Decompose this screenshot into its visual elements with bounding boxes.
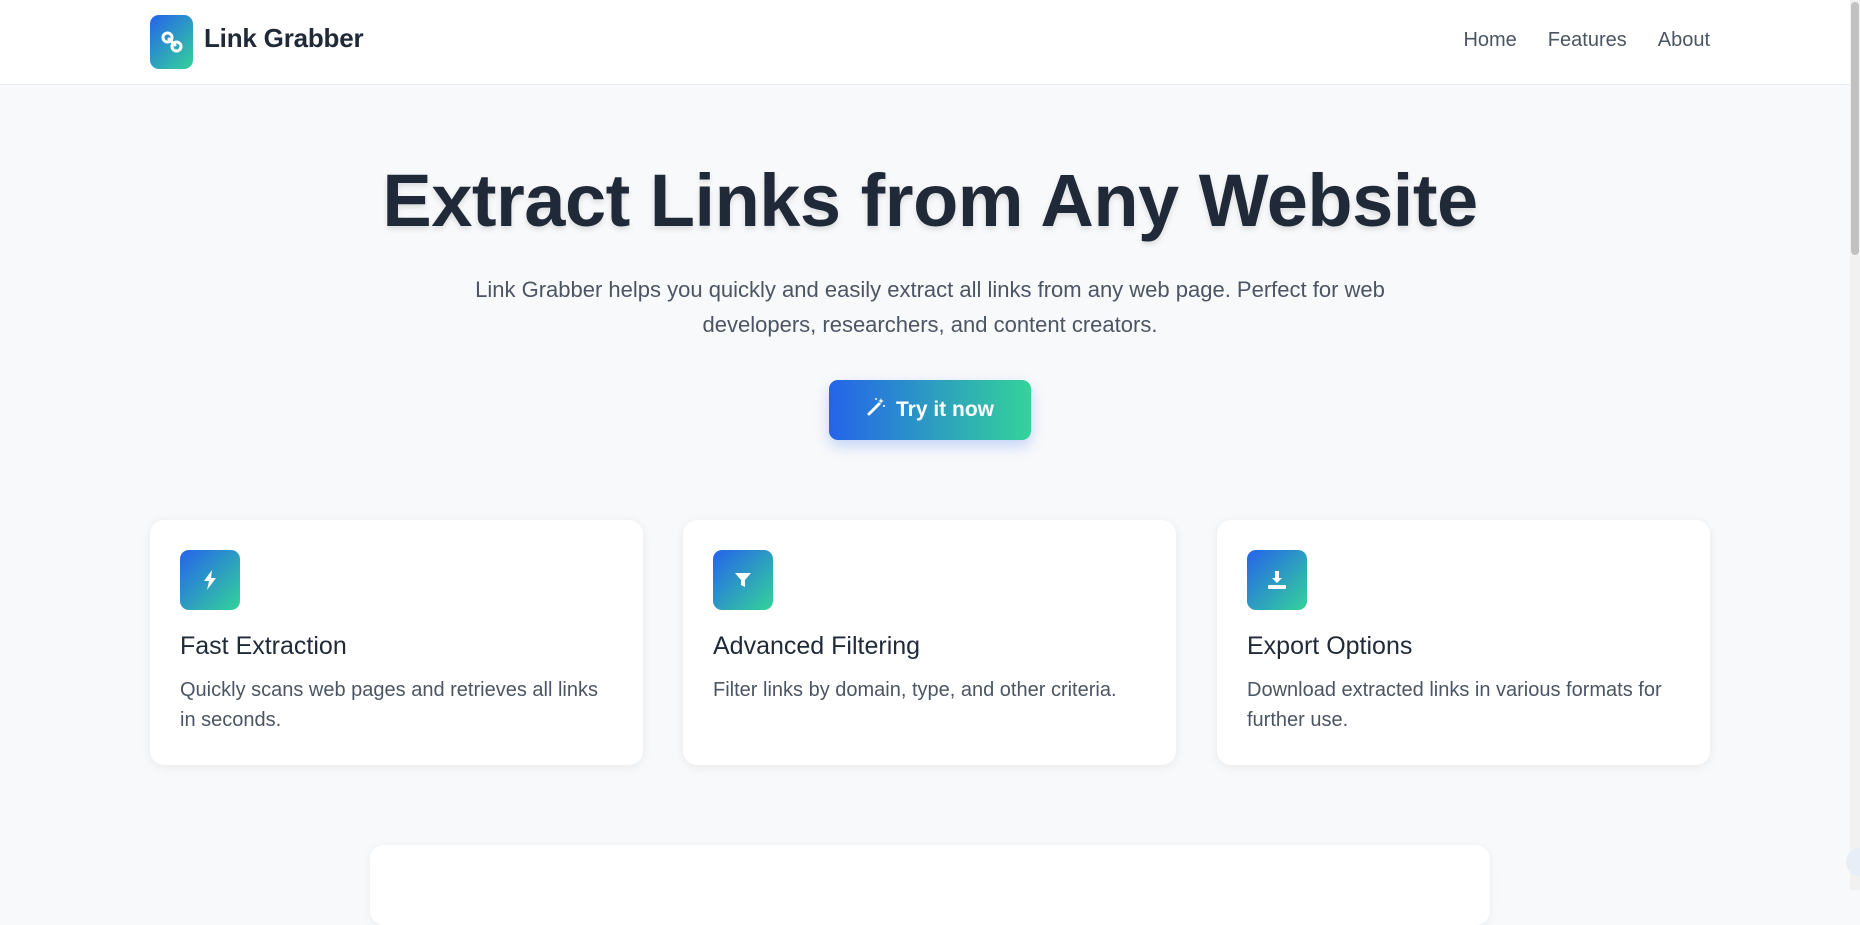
feature-description: Download extracted links in various form…: [1247, 679, 1662, 731]
magic-wand-icon: [866, 397, 886, 423]
feature-description: Filter links by domain, type, and other …: [713, 679, 1117, 701]
brand-name[interactable]: Link Grabber: [204, 23, 364, 54]
try-it-now-button[interactable]: Try it now: [829, 380, 1031, 440]
hero-title: Extract Links from Any Website: [382, 159, 1478, 242]
feature-description: Quickly scans web pages and retrieves al…: [180, 679, 598, 731]
nav-about-link[interactable]: About: [1658, 29, 1710, 52]
link-icon[interactable]: [150, 15, 193, 69]
floating-action-button[interactable]: [1846, 848, 1860, 876]
scrollbar-thumb[interactable]: [1851, 2, 1859, 255]
page-scrollbar[interactable]: [1850, 0, 1860, 890]
download-icon: [1247, 550, 1307, 610]
main-nav: Home Features About: [1432, 29, 1710, 52]
feature-title: Fast Extraction: [180, 632, 347, 660]
nav-features-link[interactable]: Features: [1548, 29, 1627, 52]
feature-card-fast-extraction: Fast Extraction Quickly scans web pages …: [150, 520, 643, 765]
bolt-icon: [180, 550, 240, 610]
site-header: Link Grabber Home Features About: [0, 0, 1860, 85]
extractor-panel: [370, 845, 1490, 925]
try-it-now-label: Try it now: [895, 398, 994, 421]
filter-icon: [713, 550, 773, 610]
feature-card-export-options: Export Options Download extracted links …: [1217, 520, 1710, 765]
feature-title: Export Options: [1247, 632, 1413, 660]
feature-title: Advanced Filtering: [713, 632, 921, 660]
feature-card-advanced-filtering: Advanced Filtering Filter links by domai…: [683, 520, 1176, 765]
nav-home-link[interactable]: Home: [1463, 29, 1516, 52]
hero-subtitle: Link Grabber helps you quickly and easil…: [475, 277, 1385, 337]
